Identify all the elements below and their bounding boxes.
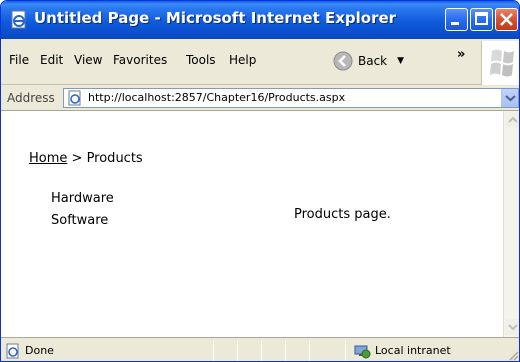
menu-file[interactable]: File bbox=[9, 53, 29, 67]
maximize-button[interactable] bbox=[470, 8, 493, 31]
close-icon bbox=[500, 13, 513, 26]
resize-grip-icon[interactable] bbox=[507, 349, 519, 361]
nav-item-hardware[interactable]: Hardware bbox=[51, 191, 114, 213]
back-arrow-icon bbox=[333, 51, 353, 71]
scroll-down-button[interactable] bbox=[505, 319, 519, 335]
page-icon bbox=[68, 90, 81, 106]
more-toolbar-chevron[interactable]: » bbox=[457, 47, 465, 62]
page-content: Home > Products Hardware Software Produc… bbox=[1, 111, 503, 337]
browser-window: Untitled Page - Microsoft Internet Explo… bbox=[0, 0, 520, 362]
menu-tools[interactable]: Tools bbox=[186, 53, 216, 67]
status-divider bbox=[345, 341, 346, 361]
address-input[interactable]: http://localhost:2857/Chapter16/Products… bbox=[63, 88, 519, 108]
window-title: Untitled Page - Microsoft Internet Explo… bbox=[34, 9, 397, 27]
minimize-button[interactable] bbox=[445, 8, 468, 31]
back-dropdown-icon[interactable]: ▼ bbox=[397, 56, 404, 66]
menu-bar: File Edit View Favorites Tools Help Back… bbox=[1, 39, 519, 85]
ie-page-icon bbox=[11, 10, 26, 29]
breadcrumb-home-link[interactable]: Home bbox=[29, 151, 67, 166]
chevron-down-icon bbox=[505, 95, 516, 102]
page-done-icon bbox=[6, 343, 19, 359]
nav-item-software[interactable]: Software bbox=[51, 213, 114, 235]
intranet-zone-icon bbox=[354, 345, 371, 359]
page-body-text: Products page. bbox=[294, 207, 391, 222]
back-button[interactable]: Back ▼ bbox=[333, 48, 404, 74]
status-divider bbox=[261, 341, 262, 361]
scroll-up-button[interactable] bbox=[505, 112, 519, 128]
windows-logo-icon bbox=[481, 41, 519, 85]
breadcrumb-current: Products bbox=[86, 151, 143, 166]
menu-edit[interactable]: Edit bbox=[40, 53, 63, 67]
status-text: Done bbox=[25, 344, 54, 357]
status-bar: Done Local intranet bbox=[1, 337, 519, 361]
title-bar[interactable]: Untitled Page - Microsoft Internet Explo… bbox=[1, 1, 519, 39]
breadcrumb-separator: > bbox=[67, 151, 87, 166]
security-zone-text: Local intranet bbox=[375, 344, 451, 357]
close-button[interactable] bbox=[495, 8, 518, 31]
status-divider bbox=[237, 341, 238, 361]
address-url: http://localhost:2857/Chapter16/Products… bbox=[88, 91, 346, 104]
menu-favorites[interactable]: Favorites bbox=[113, 53, 167, 67]
back-label: Back bbox=[358, 54, 388, 68]
minimize-icon bbox=[451, 22, 459, 25]
breadcrumb: Home > Products bbox=[29, 151, 143, 166]
menu-view[interactable]: View bbox=[74, 53, 102, 67]
vertical-scrollbar[interactable] bbox=[503, 111, 519, 337]
status-divider bbox=[285, 341, 286, 361]
chevron-up-icon bbox=[508, 116, 518, 123]
address-label: Address bbox=[7, 91, 55, 105]
nav-menu: Hardware Software bbox=[51, 191, 114, 235]
chevron-down-icon bbox=[508, 324, 518, 331]
status-divider bbox=[213, 341, 214, 361]
maximize-icon bbox=[475, 12, 488, 25]
address-bar: Address http://localhost:2857/Chapter16/… bbox=[1, 85, 519, 111]
status-divider bbox=[309, 341, 310, 361]
address-dropdown-button[interactable] bbox=[501, 89, 518, 107]
menu-help[interactable]: Help bbox=[229, 53, 256, 67]
